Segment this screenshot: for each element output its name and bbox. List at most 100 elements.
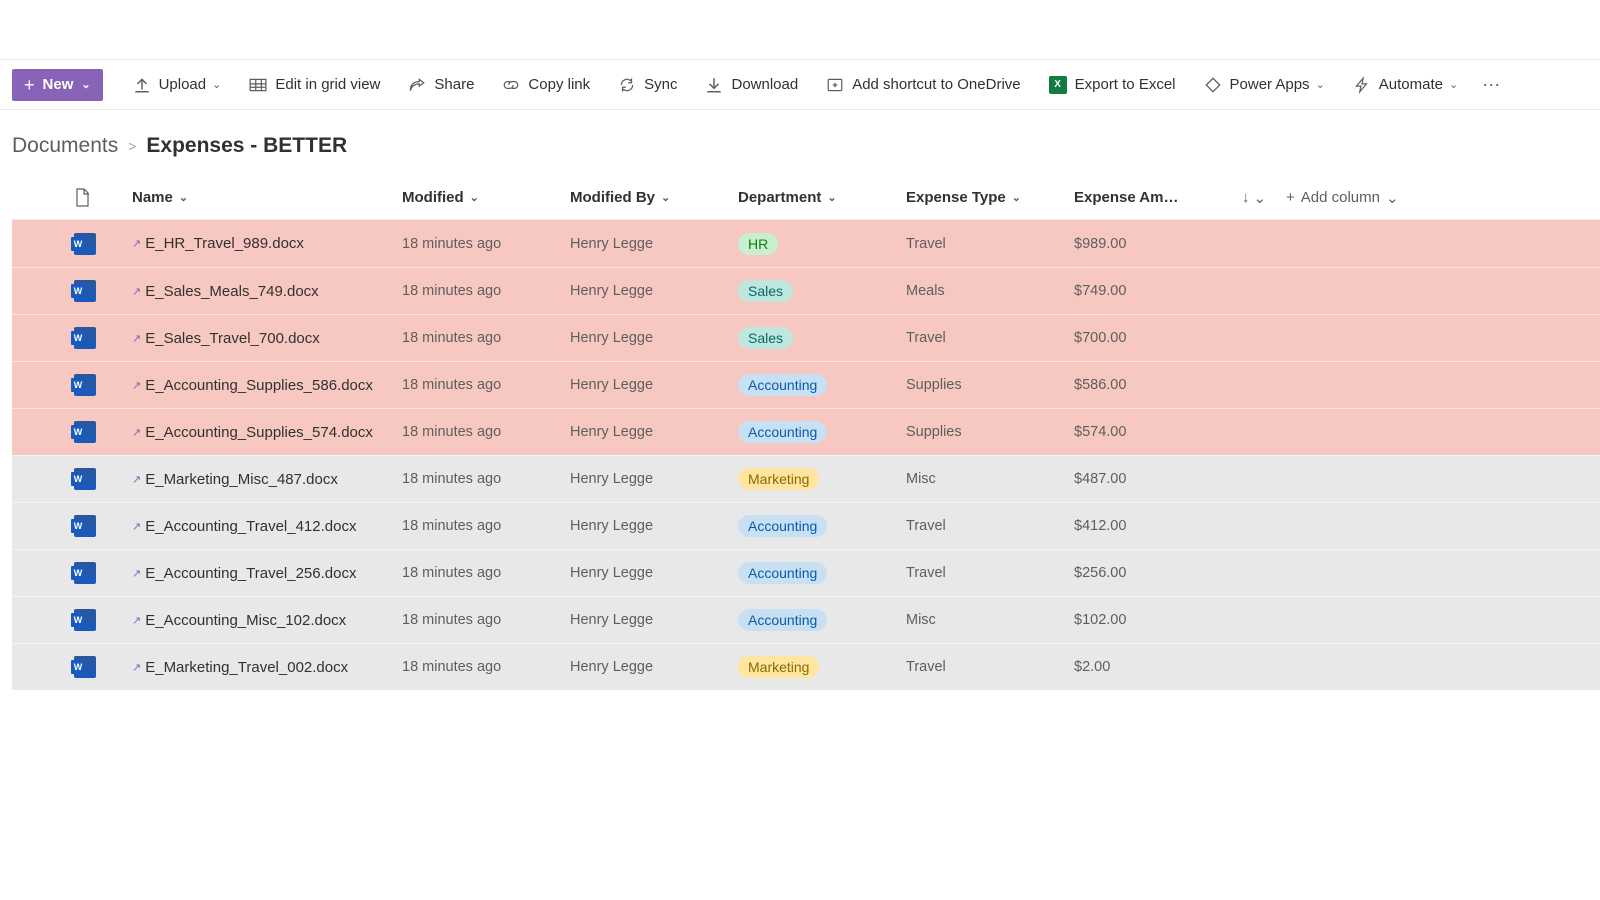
- table-row[interactable]: ↗ E_Sales_Travel_700.docx 18 minutes ago…: [12, 314, 1600, 361]
- expense-type-cell: Travel: [906, 659, 1074, 675]
- file-name-cell[interactable]: ↗ E_Marketing_Travel_002.docx: [132, 659, 402, 676]
- file-name-cell[interactable]: ↗ E_Sales_Meals_749.docx: [132, 283, 402, 300]
- upload-button[interactable]: Upload ⌄: [121, 70, 234, 100]
- breadcrumb-parent[interactable]: Documents: [12, 134, 118, 158]
- department-pill: HR: [738, 233, 778, 255]
- department-pill: Marketing: [738, 656, 819, 678]
- new-button[interactable]: + New ⌄: [12, 69, 103, 101]
- word-doc-icon: [74, 515, 132, 537]
- upload-label: Upload: [159, 76, 207, 93]
- expense-amount-cell: $2.00: [1074, 659, 1242, 675]
- chevron-down-icon: ⌄: [470, 191, 479, 204]
- add-column-button[interactable]: + Add column ⌄: [1286, 189, 1446, 207]
- file-name-cell[interactable]: ↗ E_Marketing_Misc_487.docx: [132, 471, 402, 488]
- expense-amount-cell: $749.00: [1074, 283, 1242, 299]
- column-header-name[interactable]: Name⌄: [132, 189, 402, 206]
- chevron-down-icon: ⌄: [1012, 191, 1021, 204]
- export-excel-button[interactable]: X Export to Excel: [1037, 70, 1188, 100]
- modified-cell: 18 minutes ago: [402, 236, 570, 252]
- add-shortcut-button[interactable]: Add shortcut to OneDrive: [814, 70, 1032, 100]
- word-doc-icon: [74, 468, 132, 490]
- modified-cell: 18 minutes ago: [402, 518, 570, 534]
- file-name-cell[interactable]: ↗ E_HR_Travel_989.docx: [132, 235, 402, 252]
- export-excel-label: Export to Excel: [1075, 76, 1176, 93]
- more-commands-button[interactable]: ···: [1474, 74, 1508, 95]
- department-cell: Accounting: [738, 515, 906, 537]
- expense-type-cell: Meals: [906, 283, 1074, 299]
- column-header-modified[interactable]: Modified⌄: [402, 189, 570, 206]
- column-header-expense-type[interactable]: Expense Type⌄: [906, 189, 1074, 206]
- sync-label: Sync: [644, 76, 677, 93]
- shared-indicator-icon: ↗: [132, 332, 141, 345]
- expense-type-cell: Misc: [906, 471, 1074, 487]
- upload-icon: [133, 76, 151, 94]
- download-icon: [705, 76, 723, 94]
- shared-indicator-icon: ↗: [132, 379, 141, 392]
- file-name-cell[interactable]: ↗ E_Accounting_Supplies_574.docx: [132, 424, 402, 441]
- table-row[interactable]: ↗ E_Marketing_Travel_002.docx 18 minutes…: [12, 643, 1600, 690]
- modified-cell: 18 minutes ago: [402, 471, 570, 487]
- modified-by-cell: Henry Legge: [570, 471, 738, 487]
- file-name: E_Marketing_Misc_487.docx: [145, 471, 338, 488]
- modified-cell: 18 minutes ago: [402, 377, 570, 393]
- table-row[interactable]: ↗ E_HR_Travel_989.docx 18 minutes ago He…: [12, 220, 1600, 267]
- table-row[interactable]: ↗ E_Sales_Meals_749.docx 18 minutes ago …: [12, 267, 1600, 314]
- file-name-cell[interactable]: ↗ E_Accounting_Misc_102.docx: [132, 612, 402, 629]
- table-row[interactable]: ↗ E_Marketing_Misc_487.docx 18 minutes a…: [12, 455, 1600, 502]
- link-icon: [502, 76, 520, 94]
- file-name: E_HR_Travel_989.docx: [145, 235, 304, 252]
- copy-link-button[interactable]: Copy link: [490, 70, 602, 100]
- file-name-cell[interactable]: ↗ E_Accounting_Travel_412.docx: [132, 518, 402, 535]
- file-type-column-icon[interactable]: [74, 188, 90, 208]
- breadcrumb-current: Expenses - BETTER: [146, 134, 347, 158]
- modified-by-cell: Henry Legge: [570, 659, 738, 675]
- expense-amount-cell: $989.00: [1074, 236, 1242, 252]
- expense-type-cell: Supplies: [906, 377, 1074, 393]
- edit-grid-button[interactable]: Edit in grid view: [237, 70, 392, 100]
- command-bar: + New ⌄ Upload ⌄ Edit in grid view Share…: [0, 60, 1600, 110]
- file-name-cell[interactable]: ↗ E_Accounting_Supplies_586.docx: [132, 377, 402, 394]
- share-label: Share: [434, 76, 474, 93]
- onedrive-shortcut-icon: [826, 76, 844, 94]
- sync-icon: [618, 76, 636, 94]
- table-row[interactable]: ↗ E_Accounting_Supplies_586.docx 18 minu…: [12, 361, 1600, 408]
- modified-cell: 18 minutes ago: [402, 330, 570, 346]
- modified-cell: 18 minutes ago: [402, 565, 570, 581]
- power-apps-label: Power Apps: [1230, 76, 1310, 93]
- column-header-modified-by[interactable]: Modified By⌄: [570, 189, 738, 206]
- modified-by-cell: Henry Legge: [570, 236, 738, 252]
- column-header-department[interactable]: Department⌄: [738, 189, 906, 206]
- shared-indicator-icon: ↗: [132, 285, 141, 298]
- automate-button[interactable]: Automate ⌄: [1341, 70, 1470, 100]
- file-name-cell[interactable]: ↗ E_Sales_Travel_700.docx: [132, 330, 402, 347]
- expense-type-cell: Supplies: [906, 424, 1074, 440]
- department-cell: Accounting: [738, 609, 906, 631]
- modified-by-cell: Henry Legge: [570, 330, 738, 346]
- table-row[interactable]: ↗ E_Accounting_Travel_256.docx 18 minute…: [12, 549, 1600, 596]
- chevron-down-icon: ⌄: [81, 78, 90, 91]
- department-cell: HR: [738, 233, 906, 255]
- word-doc-icon: [74, 656, 132, 678]
- expense-type-cell: Travel: [906, 330, 1074, 346]
- modified-by-cell: Henry Legge: [570, 565, 738, 581]
- table-row[interactable]: ↗ E_Accounting_Misc_102.docx 18 minutes …: [12, 596, 1600, 643]
- plus-icon: +: [24, 76, 35, 94]
- department-cell: Accounting: [738, 421, 906, 443]
- download-label: Download: [731, 76, 798, 93]
- expense-type-cell: Travel: [906, 236, 1074, 252]
- column-header-expense-amount[interactable]: Expense Am…: [1074, 189, 1242, 206]
- table-row[interactable]: ↗ E_Accounting_Supplies_574.docx 18 minu…: [12, 408, 1600, 455]
- share-button[interactable]: Share: [396, 70, 486, 100]
- expense-type-cell: Misc: [906, 612, 1074, 628]
- table-row[interactable]: ↗ E_Accounting_Travel_412.docx 18 minute…: [12, 502, 1600, 549]
- sort-indicator[interactable]: ↓⌄: [1242, 189, 1286, 207]
- sync-button[interactable]: Sync: [606, 70, 689, 100]
- download-button[interactable]: Download: [693, 70, 810, 100]
- shared-indicator-icon: ↗: [132, 426, 141, 439]
- file-name-cell[interactable]: ↗ E_Accounting_Travel_256.docx: [132, 565, 402, 582]
- arrow-down-icon: ↓: [1242, 189, 1250, 206]
- chevron-down-icon: ⌄: [1316, 78, 1325, 91]
- word-doc-icon: [74, 609, 132, 631]
- power-apps-button[interactable]: Power Apps ⌄: [1192, 70, 1337, 100]
- file-name: E_Sales_Travel_700.docx: [145, 330, 320, 347]
